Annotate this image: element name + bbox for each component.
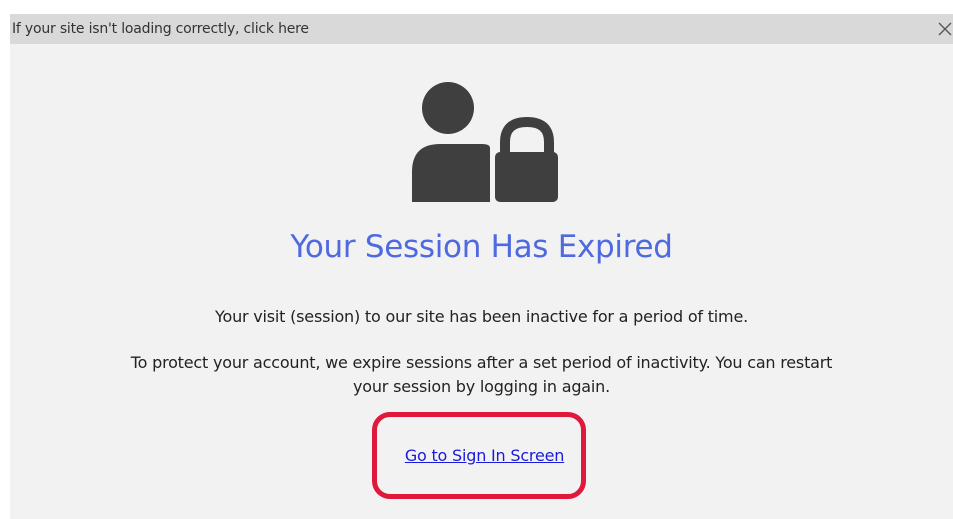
reload-banner-link[interactable]: If your site isn't loading correctly, cl… (12, 21, 309, 37)
restart-message-line-1: To protect your account, we expire sessi… (130, 353, 833, 372)
inactive-message: Your visit (session) to our site has bee… (215, 307, 748, 326)
close-icon[interactable] (937, 21, 953, 37)
user-lock-icon (400, 42, 560, 207)
reload-banner[interactable]: If your site isn't loading correctly, cl… (10, 14, 953, 44)
signin-link[interactable]: Go to Sign In Screen (0, 446, 953, 465)
signin-link-label[interactable]: Go to Sign In Screen (405, 446, 565, 465)
restart-message-line-2: your session by logging in again. (353, 377, 610, 396)
page-title: Your Session Has Expired (290, 229, 673, 265)
restart-message: To protect your account, we expire sessi… (0, 351, 953, 399)
